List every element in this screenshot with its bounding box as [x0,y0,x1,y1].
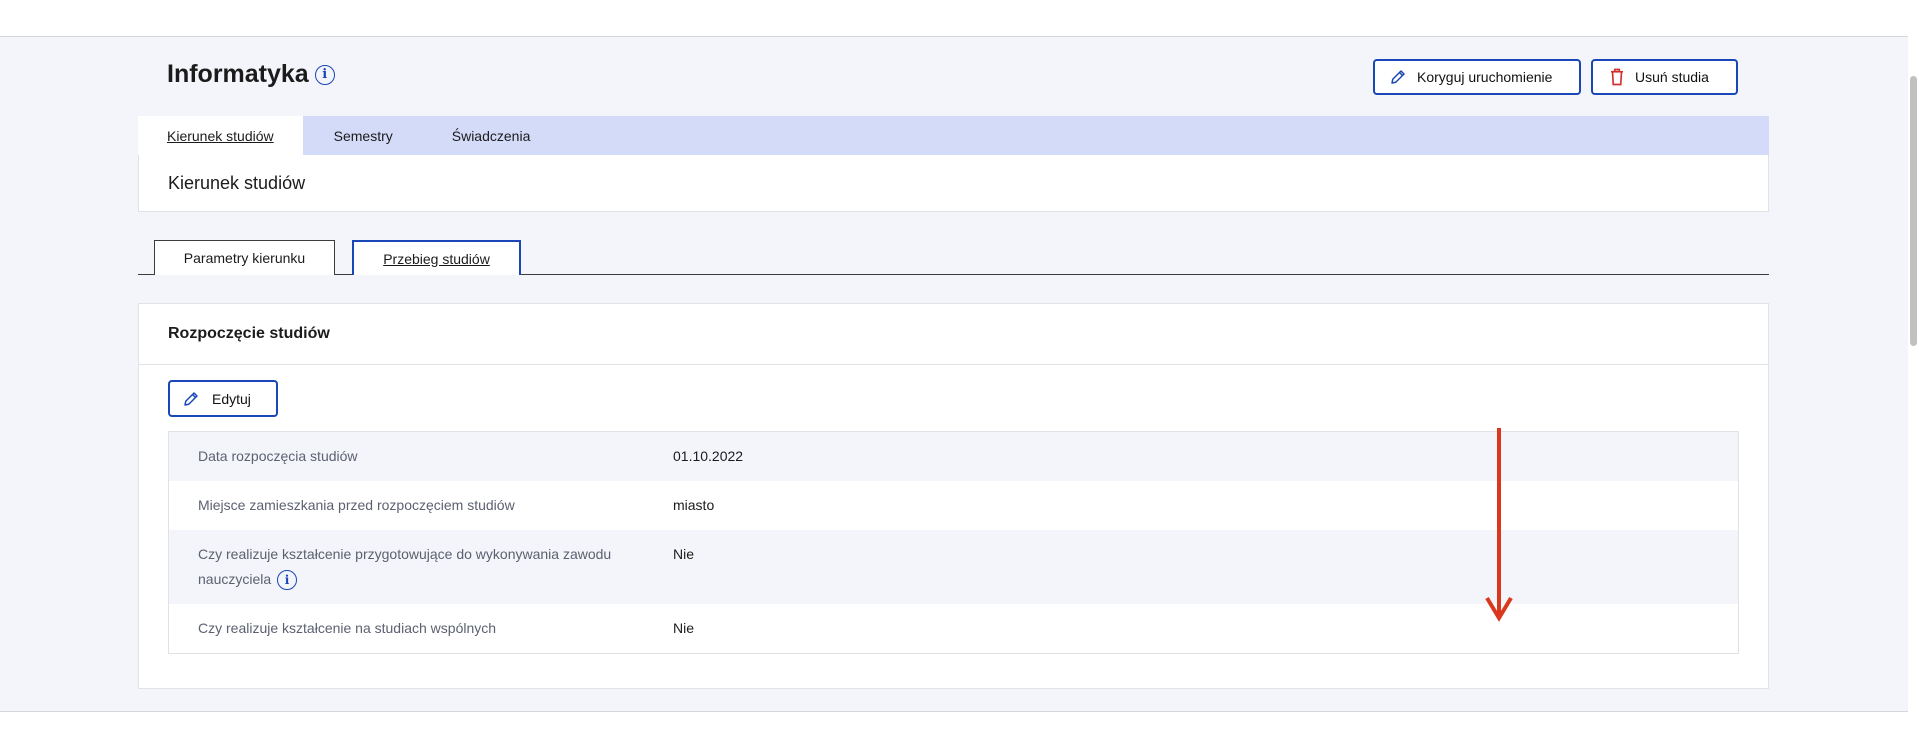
divider [139,364,1768,365]
card-title: Rozpoczęcie studiów [168,325,330,342]
delete-studies-label: Usuń studia [1635,69,1709,85]
page-title-container: Informatyka i [167,60,335,89]
info-icon[interactable]: i [277,570,298,591]
scrollbar-thumb[interactable] [1910,76,1917,346]
tab-field-of-study[interactable]: Kierunek studiów [138,116,303,155]
edit-button-label: Edytuj [212,390,251,407]
section-title: Kierunek studiów [138,155,1769,212]
tab-semesters[interactable]: Semestry [303,116,422,155]
pencil-icon [1391,70,1405,84]
subtab-study-progress[interactable]: Przebieg studiów [352,240,521,275]
correct-launch-label: Koryguj uruchomienie [1417,69,1553,85]
row-value: Nie [673,620,695,636]
row-label: Czy realizuje kształcenie na studiach ws… [198,620,497,636]
sub-tabs: Parametry kierunku Przebieg studiów [138,240,1769,275]
scrollbar[interactable] [1908,36,1919,712]
down-arrow-annotation [1485,428,1513,622]
page-title: Informatyka [167,60,309,88]
row-value: miasto [673,497,715,513]
row-label: Miejsce zamieszkania przed rozpoczęciem … [198,497,515,513]
info-icon[interactable]: i [314,64,335,85]
row-value: 01.10.2022 [673,448,744,464]
delete-studies-button[interactable]: Usuń studia [1591,59,1738,95]
tab-benefits[interactable]: Świadczenia [422,116,560,155]
edit-button[interactable]: Edytuj [168,380,278,417]
row-label: Data rozpoczęcia studiów [198,448,358,464]
pencil-icon [184,391,198,406]
correct-launch-button[interactable]: Koryguj uruchomienie [1373,59,1581,95]
trash-icon [1611,68,1623,86]
row-value: Nie [673,546,695,562]
main-tabs: Kierunek studiów Semestry Świadczenia [138,116,1769,155]
study-start-card: Rozpoczęcie studiów Edytuj Data rozpoczę… [138,303,1769,689]
row-label-with-info: Czy realizuje kształcenie przygotowujące… [169,530,673,604]
subtab-field-parameters[interactable]: Parametry kierunku [154,240,335,275]
row-label: Czy realizuje kształcenie przygotowujące… [198,546,612,587]
